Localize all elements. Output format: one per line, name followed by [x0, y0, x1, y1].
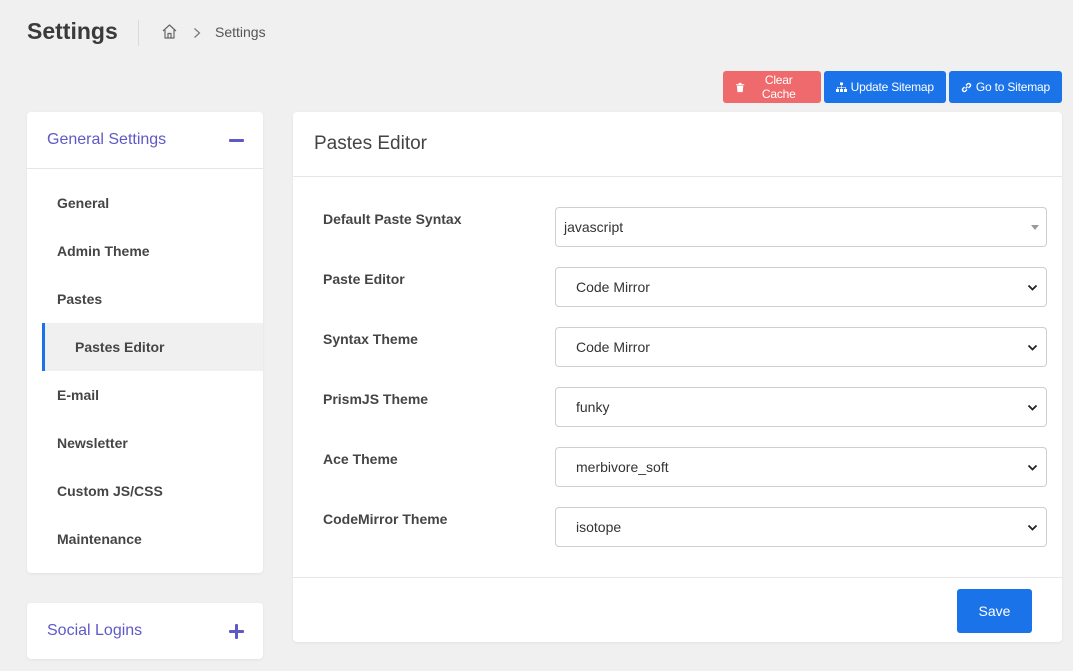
social-logins-card[interactable]: Social Logins [27, 603, 263, 659]
chevron-right-icon [192, 26, 202, 38]
paste-editor-select[interactable]: Code Mirror [555, 267, 1047, 307]
update-sitemap-label: Update Sitemap [850, 80, 934, 94]
sidebar-item-maintenance[interactable]: Maintenance [27, 515, 263, 563]
general-settings-card: General Settings General Admin Theme Pas… [27, 112, 263, 573]
chevron-down-icon [1027, 524, 1038, 531]
select-value: Code Mirror [576, 339, 650, 355]
link-icon [961, 82, 972, 92]
top-actions: Clear Cache Update Sitemap Go to Sitemap [722, 71, 1062, 103]
pastes-editor-card: Pastes Editor Default Paste Syntax javas… [293, 112, 1062, 642]
breadcrumb-current: Settings [215, 23, 266, 40]
syntax-theme-select[interactable]: Code Mirror [555, 327, 1047, 367]
breadcrumb: Settings [161, 23, 266, 40]
select-value: Code Mirror [576, 279, 650, 295]
sidebar-item-pastes[interactable]: Pastes [27, 275, 263, 323]
form-row: PrismJS Theme funky [323, 387, 1047, 447]
prismjs-theme-select[interactable]: funky [555, 387, 1047, 427]
paste-editor-label: Paste Editor [323, 271, 405, 287]
panel-title: Pastes Editor [293, 112, 1062, 177]
select-value: javascript [564, 219, 624, 235]
chevron-down-icon [1027, 344, 1038, 351]
social-logins-title: Social Logins [47, 622, 143, 639]
sidebar-item-email[interactable]: E-mail [27, 371, 263, 419]
chevron-down-icon [1027, 464, 1038, 471]
collapse-icon[interactable] [229, 138, 244, 142]
clear-cache-button[interactable]: Clear Cache [722, 71, 821, 103]
panel-footer: Save [293, 577, 1062, 642]
form-row: CodeMirror Theme isotope [323, 507, 1047, 567]
codemirror-theme-select[interactable]: isotope [555, 507, 1047, 547]
clear-cache-label: Clear Cache [761, 73, 796, 101]
sidebar-item-admin-theme[interactable]: Admin Theme [27, 227, 263, 275]
go-to-sitemap-label: Go to Sitemap [975, 80, 1050, 94]
general-settings-title: General Settings [47, 131, 167, 148]
trash-icon [735, 82, 744, 92]
sidebar-item-custom-js-css[interactable]: Custom JS/CSS [27, 467, 263, 515]
save-button[interactable]: Save [957, 589, 1032, 633]
home-icon[interactable] [161, 23, 178, 40]
default-paste-syntax-label: Default Paste Syntax [323, 211, 462, 227]
settings-nav: General Admin Theme Pastes Pastes Editor… [27, 169, 263, 563]
default-paste-syntax-select[interactable]: javascript [555, 207, 1047, 247]
form-row: Paste Editor Code Mirror [323, 267, 1047, 327]
sidebar-item-general[interactable]: General [27, 179, 263, 227]
form-row: Default Paste Syntax javascript [323, 207, 1047, 267]
general-settings-header[interactable]: General Settings [27, 112, 263, 169]
syntax-theme-label: Syntax Theme [323, 331, 418, 347]
form-row: Ace Theme merbivore_soft [323, 447, 1047, 507]
select-value: merbivore_soft [576, 459, 669, 475]
chevron-down-icon [1027, 284, 1038, 291]
select-value: isotope [576, 519, 622, 535]
form-row: Syntax Theme Code Mirror [323, 327, 1047, 387]
go-to-sitemap-button[interactable]: Go to Sitemap [948, 71, 1062, 103]
prismjs-theme-label: PrismJS Theme [323, 391, 429, 407]
sitemap-icon [835, 82, 847, 92]
page-title: Settings [27, 18, 118, 44]
settings-form: Default Paste Syntax javascript Paste Ed… [293, 177, 1062, 567]
ace-theme-label: Ace Theme [323, 451, 398, 467]
select-value: funky [576, 399, 610, 415]
caret-down-icon [1031, 225, 1039, 230]
sidebar-item-pastes-editor[interactable]: Pastes Editor [42, 323, 263, 371]
ace-theme-select[interactable]: merbivore_soft [555, 447, 1047, 487]
expand-icon[interactable] [229, 623, 244, 639]
sidebar-item-newsletter[interactable]: Newsletter [27, 419, 263, 467]
chevron-down-icon [1027, 404, 1038, 411]
title-divider [138, 20, 139, 46]
codemirror-theme-label: CodeMirror Theme [323, 511, 448, 527]
update-sitemap-button[interactable]: Update Sitemap [823, 71, 946, 103]
